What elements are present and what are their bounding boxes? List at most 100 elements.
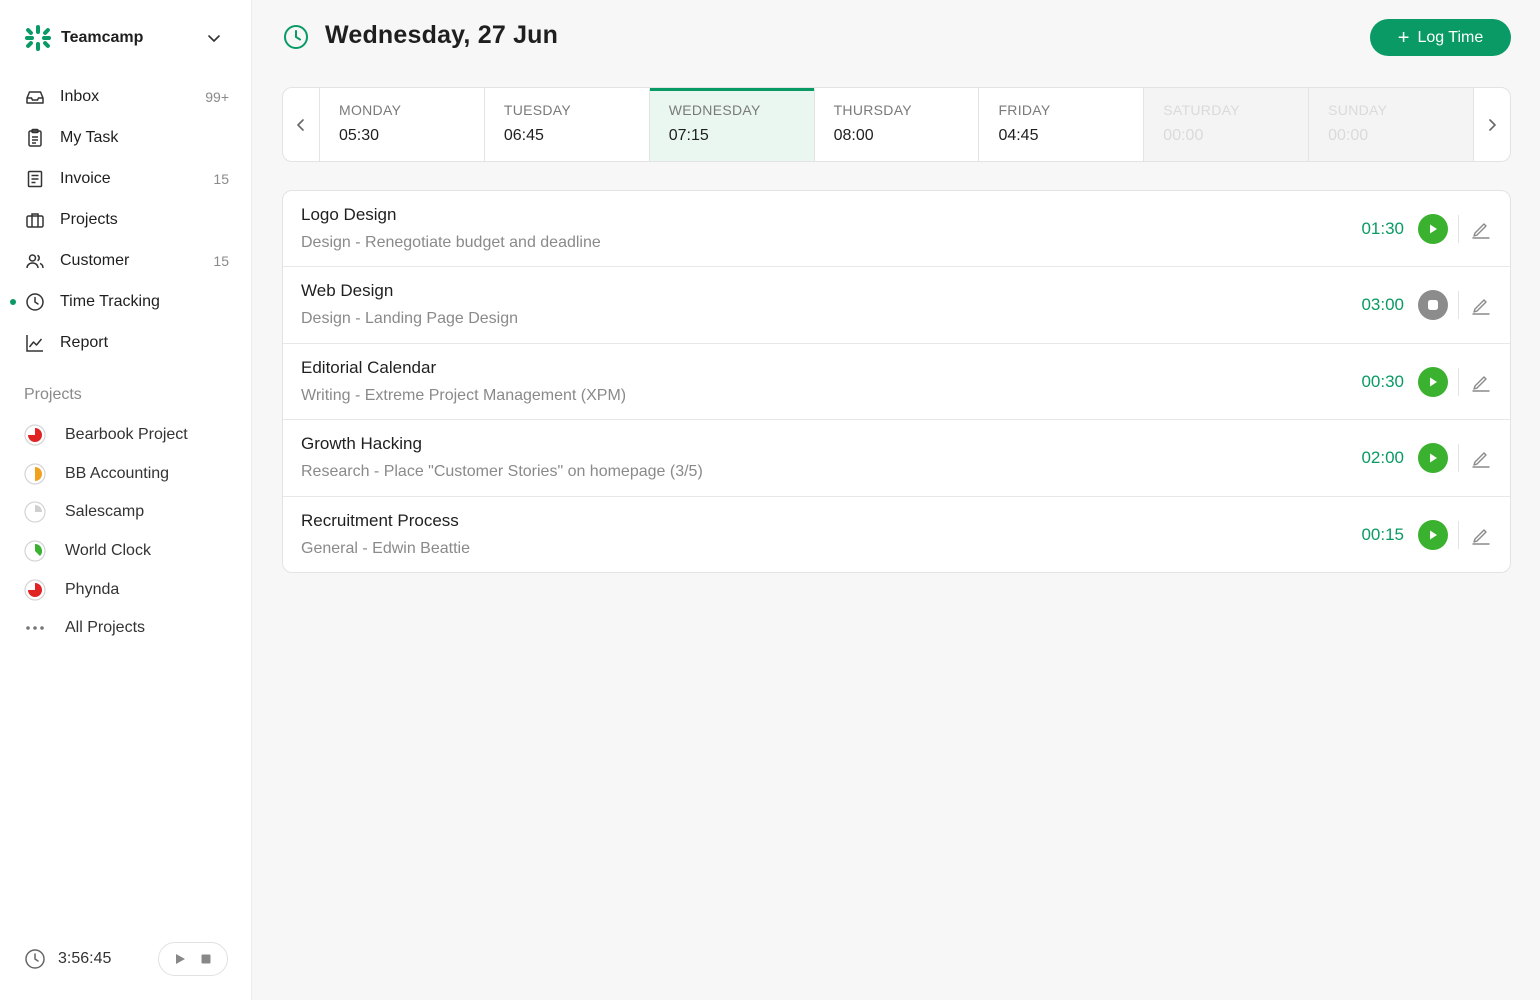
progress-pie-icon <box>24 424 46 446</box>
nav-item-time-tracking[interactable]: Time Tracking <box>0 281 252 322</box>
entry-subtitle: Design - Landing Page Design <box>301 310 519 328</box>
edit-icon[interactable] <box>1470 218 1492 240</box>
chevron-left-icon <box>297 118 304 131</box>
nav-item-invoice[interactable]: Invoice 15 <box>0 158 252 199</box>
nav-label: My Task <box>60 128 119 146</box>
plus-icon: + <box>1397 26 1410 49</box>
next-week-button[interactable] <box>1474 88 1510 161</box>
briefcase-icon <box>24 209 46 231</box>
project-item-salescamp[interactable]: Salescamp <box>0 493 252 532</box>
page-title: Wednesday, 27 Jun <box>325 21 559 49</box>
divider <box>1458 367 1459 396</box>
day-total: 00:00 <box>1328 127 1369 144</box>
sidebar: Teamcamp Inbox 99+ My Task Invoice 15 Pr… <box>0 0 252 1000</box>
time-entry-row: Editorial Calendar Writing - Extreme Pro… <box>283 344 1510 421</box>
play-icon[interactable] <box>173 952 187 966</box>
project-item-phynda[interactable]: Phynda <box>0 570 252 609</box>
day-tab-tuesday[interactable]: TUESDAY 06:45 <box>483 88 649 161</box>
entry-duration: 00:30 <box>1361 371 1404 391</box>
day-total: 04:45 <box>998 127 1039 144</box>
project-item-bearbook[interactable]: Bearbook Project <box>0 416 252 455</box>
project-label: BB Accounting <box>65 464 170 482</box>
nav-label: Projects <box>60 210 118 228</box>
week-days: MONDAY 05:30 TUESDAY 06:45 WEDNESDAY 07:… <box>319 88 1475 161</box>
play-timer-button[interactable] <box>1418 519 1448 550</box>
project-item-bb-accounting[interactable]: BB Accounting <box>0 455 252 494</box>
entry-duration: 00:15 <box>1361 524 1404 544</box>
day-tab-friday[interactable]: FRIDAY 04:45 <box>978 88 1143 161</box>
day-tab-wednesday[interactable]: WEDNESDAY 07:15 <box>648 88 814 161</box>
entry-duration: 01:30 <box>1361 219 1404 238</box>
divider <box>1458 215 1459 243</box>
project-label: Salescamp <box>65 503 145 521</box>
day-tab-sunday[interactable]: SUNDAY 00:00 <box>1308 88 1475 161</box>
clock-icon <box>283 24 309 50</box>
day-tab-thursday[interactable]: THURSDAY 08:00 <box>813 88 979 161</box>
chart-icon <box>24 332 46 354</box>
projects-section-title: Projects <box>24 386 82 403</box>
previous-week-button[interactable] <box>283 88 319 161</box>
play-timer-button[interactable] <box>1418 443 1448 474</box>
workspace-name: Teamcamp <box>61 29 144 46</box>
entry-title: Web Design <box>301 281 394 301</box>
clock-icon <box>24 291 46 313</box>
nav-label: Time Tracking <box>60 292 160 310</box>
day-tab-saturday[interactable]: SATURDAY 00:00 <box>1143 88 1309 161</box>
day-name: WEDNESDAY <box>668 102 761 118</box>
entry-subtitle: General - Edwin Beattie <box>301 539 470 557</box>
entry-title: Recruitment Process <box>301 510 459 530</box>
day-tab-monday[interactable]: MONDAY 05:30 <box>319 88 484 161</box>
day-total: 00:00 <box>1163 127 1204 144</box>
log-time-button[interactable]: + Log Time <box>1370 19 1511 56</box>
workspace-switcher[interactable]: Teamcamp <box>24 24 230 52</box>
edit-icon[interactable] <box>1470 294 1492 316</box>
entry-title: Editorial Calendar <box>301 357 437 377</box>
edit-icon[interactable] <box>1470 447 1492 469</box>
nav-label: Invoice <box>60 169 111 187</box>
play-timer-button[interactable] <box>1418 366 1448 397</box>
time-entry-list: Logo Design Design - Renegotiate budget … <box>282 190 1511 573</box>
day-name: THURSDAY <box>833 102 912 118</box>
day-name: TUESDAY <box>503 102 572 118</box>
nav-item-inbox[interactable]: Inbox 99+ <box>0 76 252 117</box>
play-timer-button[interactable] <box>1418 214 1448 244</box>
nav-count-badge: 15 <box>213 252 229 269</box>
stop-timer-button[interactable] <box>1418 290 1448 321</box>
nav-label: Inbox <box>60 87 100 105</box>
nav-count-badge: 99+ <box>205 88 229 105</box>
teamcamp-logo-icon <box>24 24 52 52</box>
invoice-icon <box>24 168 46 190</box>
project-label: Bearbook Project <box>65 426 188 444</box>
nav-item-projects[interactable]: Projects <box>0 199 252 240</box>
nav-label: Report <box>60 333 109 351</box>
entry-subtitle: Research - Place "Customer Stories" on h… <box>301 463 703 481</box>
footer-timer: 3:56:45 <box>24 942 230 976</box>
project-item-all-projects[interactable]: All Projects <box>0 609 252 648</box>
day-total: 05:30 <box>339 127 380 144</box>
day-name: SATURDAY <box>1163 102 1240 118</box>
clock-icon <box>24 948 46 970</box>
entry-duration: 03:00 <box>1361 295 1404 315</box>
more-dots-icon <box>24 617 46 639</box>
project-label: Phynda <box>65 580 120 598</box>
day-total: 06:45 <box>503 127 544 144</box>
nav-item-customer[interactable]: Customer 15 <box>0 240 252 281</box>
divider <box>1458 520 1459 549</box>
divider <box>1458 444 1459 473</box>
edit-icon[interactable] <box>1470 371 1492 393</box>
week-selector: MONDAY 05:30 TUESDAY 06:45 WEDNESDAY 07:… <box>282 87 1511 162</box>
log-time-label: Log Time <box>1417 28 1484 46</box>
timer-display: 3:56:45 <box>58 950 112 967</box>
project-list: Bearbook Project BB Accounting Salescamp… <box>0 416 252 648</box>
day-total: 08:00 <box>833 127 874 144</box>
stop-icon[interactable] <box>199 952 213 966</box>
day-name: MONDAY <box>339 102 402 118</box>
edit-icon[interactable] <box>1470 524 1492 546</box>
project-label: All Projects <box>65 619 146 637</box>
nav-item-report[interactable]: Report <box>0 322 252 363</box>
entry-subtitle: Design - Renegotiate budget and deadline <box>301 234 601 251</box>
project-item-world-clock[interactable]: World Clock <box>0 532 252 571</box>
clipboard-icon <box>24 127 46 149</box>
nav-item-my-task[interactable]: My Task <box>0 117 252 158</box>
entry-title: Growth Hacking <box>301 434 422 454</box>
